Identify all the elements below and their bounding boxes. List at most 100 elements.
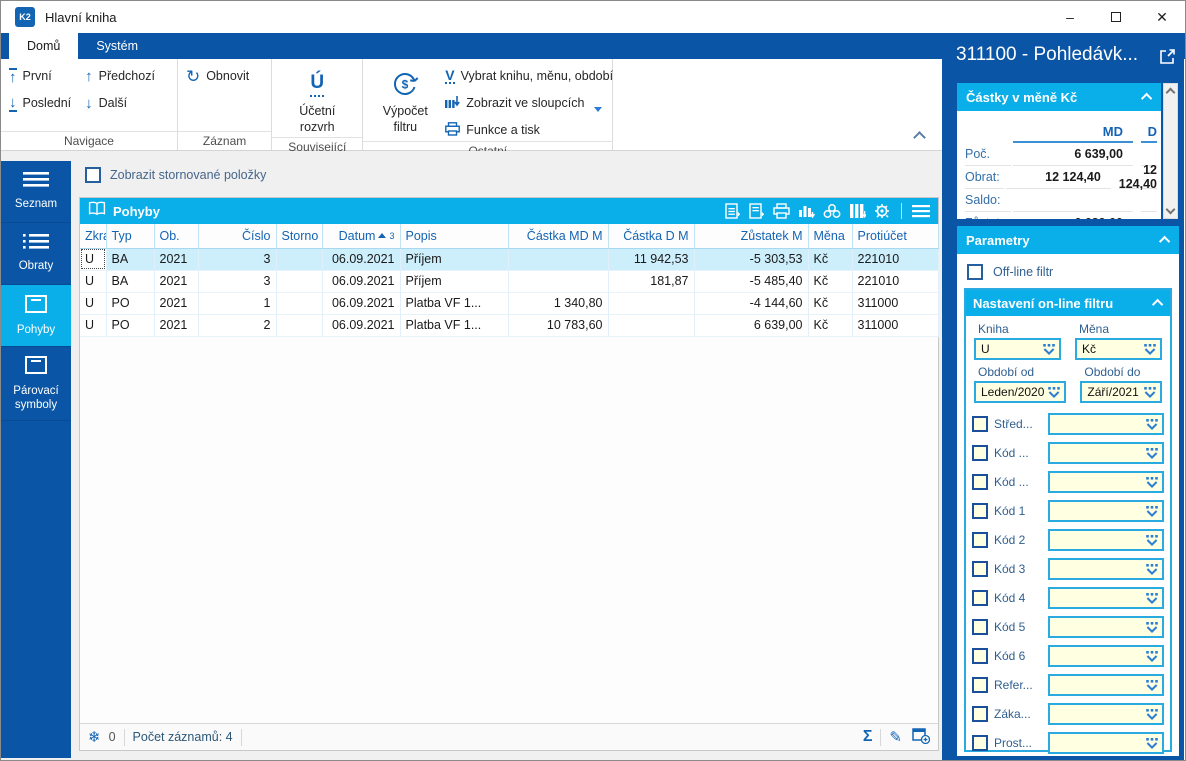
cell[interactable]: 10 783,60 bbox=[508, 314, 609, 337]
scroll-up-icon[interactable] bbox=[1165, 87, 1176, 98]
table-row[interactable]: U PO 2021 1 06.09.2021 Platba VF 1... 1 … bbox=[80, 292, 939, 315]
col-protiucet[interactable]: Protiúčet bbox=[852, 224, 939, 249]
cell[interactable]: 1 bbox=[198, 292, 277, 315]
popup-window-icon[interactable] bbox=[1159, 48, 1176, 70]
pick-book-button[interactable]: V Vybrat knihu, měnu, období bbox=[445, 65, 613, 87]
table-row[interactable]: U BA 2021 3 06.09.2021 Příjem 11 942,53 … bbox=[80, 248, 939, 271]
filter-dropdown[interactable] bbox=[1048, 586, 1164, 609]
show-columns-button[interactable]: Zobrazit ve sloupcích bbox=[445, 92, 613, 114]
grid-menu-icon[interactable] bbox=[912, 204, 930, 218]
filter-checkbox[interactable] bbox=[972, 647, 988, 664]
filter-dropdown[interactable] bbox=[1048, 412, 1164, 435]
filter-dropdown[interactable] bbox=[1048, 441, 1164, 464]
table-row[interactable]: U PO 2021 2 06.09.2021 Platba VF 1... 10… bbox=[80, 314, 939, 337]
obdobi-od-dropdown[interactable]: Leden/2020 bbox=[974, 381, 1067, 403]
filter-dropdown[interactable] bbox=[1048, 644, 1164, 667]
filter-dropdown[interactable] bbox=[1048, 557, 1164, 580]
col-datum[interactable]: Datum 3 bbox=[322, 224, 401, 249]
chart-icon[interactable] bbox=[798, 203, 815, 219]
col-zkrat[interactable]: Zkrat bbox=[80, 224, 107, 249]
filter-checkbox[interactable] bbox=[972, 444, 988, 461]
cell[interactable]: -5 485,40 bbox=[694, 270, 809, 293]
cell[interactable]: 221010 bbox=[852, 248, 939, 271]
print-icon[interactable] bbox=[773, 203, 790, 219]
table-row[interactable]: U BA 2021 3 06.09.2021 Příjem 181,87 -5 … bbox=[80, 270, 939, 293]
filter-checkbox[interactable] bbox=[972, 618, 988, 635]
collapse-ribbon-icon[interactable] bbox=[913, 131, 926, 144]
close-button[interactable]: ✕ bbox=[1139, 1, 1185, 33]
collapse-section-icon[interactable] bbox=[1151, 298, 1164, 311]
cell[interactable]: BA bbox=[106, 248, 155, 271]
col-mena[interactable]: Měna bbox=[808, 224, 853, 249]
cell[interactable]: U bbox=[80, 270, 107, 293]
cell[interactable]: 2021 bbox=[154, 248, 199, 271]
cell[interactable]: 06.09.2021 bbox=[322, 292, 401, 315]
cell[interactable] bbox=[276, 270, 323, 293]
cell[interactable] bbox=[276, 292, 323, 315]
add-record-icon[interactable] bbox=[912, 727, 931, 747]
cell[interactable] bbox=[276, 314, 323, 337]
filter-checkbox[interactable] bbox=[972, 734, 988, 751]
filter-dropdown[interactable] bbox=[1048, 615, 1164, 638]
collapse-section-icon[interactable] bbox=[1140, 92, 1153, 105]
cell[interactable]: 3 bbox=[198, 248, 277, 271]
gear-icon[interactable] bbox=[874, 203, 891, 220]
filter-checkbox[interactable] bbox=[972, 560, 988, 577]
filter-dropdown[interactable] bbox=[1048, 731, 1164, 754]
cell[interactable] bbox=[276, 248, 323, 271]
functions-print-button[interactable]: Funkce a tisk bbox=[445, 119, 613, 141]
show-cancelled-checkbox[interactable] bbox=[85, 167, 101, 183]
cell[interactable]: 2021 bbox=[154, 314, 199, 337]
col-zustatek[interactable]: Zůstatek M bbox=[694, 224, 809, 249]
cell[interactable]: Platba VF 1... bbox=[400, 292, 509, 315]
cell[interactable]: 1 340,80 bbox=[508, 292, 609, 315]
kniha-dropdown[interactable]: U bbox=[974, 338, 1061, 360]
cell[interactable]: U bbox=[80, 248, 107, 271]
cell[interactable] bbox=[508, 270, 609, 293]
previous-button[interactable]: ↑ Předchozí bbox=[85, 65, 155, 87]
cell[interactable]: 06.09.2021 bbox=[322, 248, 401, 271]
edit-pencil-icon[interactable]: ✎ bbox=[889, 728, 902, 746]
filter-calc-button[interactable]: $ Výpočet filtru bbox=[371, 65, 439, 141]
col-castka-d[interactable]: Částka D M bbox=[608, 224, 695, 249]
cell[interactable]: Kč bbox=[808, 292, 853, 315]
col-castka-md[interactable]: Částka MD M bbox=[508, 224, 609, 249]
obdobi-do-dropdown[interactable]: Září/2021 bbox=[1080, 381, 1162, 403]
cell[interactable]: Příjem bbox=[400, 270, 509, 293]
cell[interactable]: 2 bbox=[198, 314, 277, 337]
collapse-section-icon[interactable] bbox=[1158, 235, 1171, 248]
cell[interactable] bbox=[508, 248, 609, 271]
cell[interactable]: 311000 bbox=[852, 314, 939, 337]
cell[interactable] bbox=[608, 292, 695, 315]
col-storno[interactable]: Storno bbox=[276, 224, 323, 249]
cell[interactable]: Kč bbox=[808, 314, 853, 337]
cell[interactable]: 06.09.2021 bbox=[322, 270, 401, 293]
document-icon[interactable] bbox=[749, 203, 765, 219]
more-options-caret-icon[interactable] bbox=[594, 107, 603, 112]
columns-view-icon[interactable] bbox=[849, 203, 866, 219]
maximize-button[interactable] bbox=[1093, 1, 1139, 33]
sidebar-item-obraty[interactable]: Obraty bbox=[1, 223, 71, 285]
amounts-scrollbar[interactable] bbox=[1163, 83, 1178, 219]
filter-dropdown[interactable] bbox=[1048, 702, 1164, 725]
cell[interactable]: BA bbox=[106, 270, 155, 293]
cell[interactable]: Příjem bbox=[400, 248, 509, 271]
cell[interactable]: Kč bbox=[808, 270, 853, 293]
cell[interactable]: 3 bbox=[198, 270, 277, 293]
parameters-header[interactable]: Parametry bbox=[957, 226, 1179, 254]
tab-domu[interactable]: Domů bbox=[9, 33, 79, 59]
col-typ[interactable]: Typ bbox=[106, 224, 155, 249]
sum-icon[interactable]: Σ bbox=[863, 728, 873, 746]
relations-icon[interactable] bbox=[823, 203, 841, 219]
report-icon[interactable] bbox=[725, 203, 741, 219]
col-popis[interactable]: Popis bbox=[400, 224, 509, 249]
cell[interactable]: 11 942,53 bbox=[608, 248, 695, 271]
sidebar-item-pohyby[interactable]: Pohyby bbox=[1, 285, 71, 347]
mena-dropdown[interactable]: Kč bbox=[1075, 338, 1162, 360]
cell[interactable]: Platba VF 1... bbox=[400, 314, 509, 337]
cell[interactable]: U bbox=[80, 292, 107, 315]
col-cislo[interactable]: Číslo bbox=[198, 224, 277, 249]
filter-checkbox[interactable] bbox=[972, 415, 988, 432]
cell[interactable]: 6 639,00 bbox=[694, 314, 809, 337]
filter-checkbox[interactable] bbox=[972, 502, 988, 519]
